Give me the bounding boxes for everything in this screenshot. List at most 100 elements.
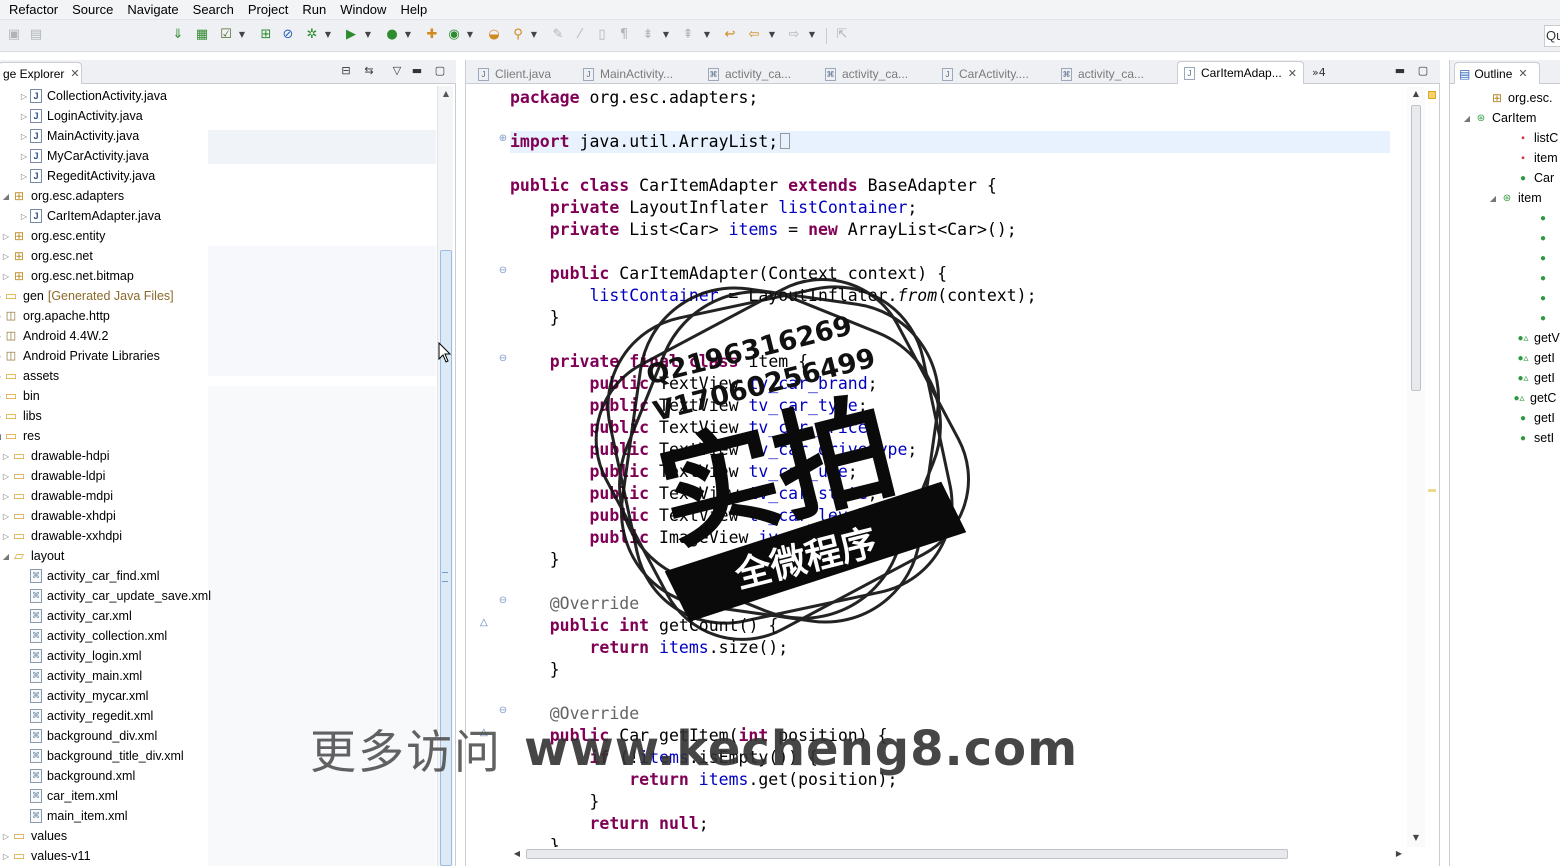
next-annotation-icon[interactable]: ⇟ [640,27,656,43]
tree-item[interactable]: ▷◫org.apache.http [0,306,110,326]
outline-item[interactable]: ● [1536,228,1554,248]
search-icon[interactable]: ⚲ [510,27,526,43]
minimize-icon[interactable]: ▬ [410,64,424,78]
menu-item[interactable]: Navigate [120,2,185,17]
editor-vertical-scrollbar[interactable]: ▲ ▼ [1407,87,1425,847]
code-line[interactable]: public TextView tv_car_type; [510,395,1390,417]
code-line[interactable]: ​ [510,329,1390,351]
collapsed-twisty-icon[interactable]: ▷ [18,152,30,161]
outline-item[interactable]: ● [1536,268,1554,288]
chevron-down-icon[interactable]: ▼ [324,28,332,42]
code-line[interactable]: } [510,307,1390,329]
tree-item[interactable]: ▷▭assets [0,366,59,386]
tree-item[interactable]: ▷ ⊞ org.esc.net.bitmap [0,266,134,286]
scroll-thumb[interactable] [526,849,1288,859]
tab-editor[interactable]: ⌘ activity_ca... [1061,64,1144,84]
collapse-method-icon[interactable]: ⊖ [498,595,508,606]
code-line[interactable]: package org.esc.adapters; [510,87,1390,109]
tree-item[interactable]: ⌘ activity_car.xml [18,606,132,626]
lint-check-icon[interactable]: ☑ [218,27,234,43]
collapsed-twisty-icon[interactable]: ▷ [0,532,12,541]
collapsed-twisty-icon[interactable]: ▷ [0,832,12,841]
outline-item[interactable]: ◢ ⊛ CarItem [1460,108,1537,128]
code-line[interactable]: private LayoutInflater listContainer; [510,197,1390,219]
collapsed-twisty-icon[interactable]: ▷ [0,852,12,861]
chevron-down-icon[interactable]: ▼ [703,28,711,42]
code-line[interactable]: ​ [510,109,1390,131]
code-line[interactable]: public TextView tv_car_drivetype; [510,439,1390,461]
tree-scrollbar[interactable]: ▲ [437,86,453,866]
tree-item[interactable]: ⌘ activity_car_update_save.xml [18,586,211,606]
minimize-icon[interactable]: ▬ [1393,64,1407,78]
chevron-down-icon[interactable]: ▼ [404,28,412,42]
code-line[interactable]: public TextView tv_car_price; [510,417,1390,439]
menu-item[interactable]: Project [241,2,295,17]
scroll-left-icon[interactable]: ◀ [510,846,524,862]
open-type-icon[interactable]: ◒ [486,27,502,43]
code-line[interactable]: public TextView tv_car_level; [510,505,1390,527]
scroll-up-icon[interactable]: ▲ [438,86,454,102]
expanded-twisty-icon[interactable]: ◢ [0,552,12,561]
code-line[interactable]: private final class item { [510,351,1390,373]
tree-item[interactable]: ▷◫Android Private Libraries [0,346,160,366]
outline-item[interactable]: ● [1536,288,1554,308]
occurrence-marker[interactable] [1428,489,1436,492]
tree-item[interactable]: ⌘ background.xml [18,766,135,786]
avd-manager-icon[interactable]: ▦ [194,27,210,43]
warning-marker[interactable] [1428,91,1436,99]
code-line[interactable]: @Override [510,593,1390,615]
code-line[interactable]: private List<Car> items = new ArrayList<… [510,219,1390,241]
tab-active-editor[interactable]: J CarItemAdap... ✕ [1177,61,1304,84]
tree-item[interactable]: ▷ ▭ drawable-xhdpi [0,506,116,526]
expanded-twisty-icon[interactable]: ◢ [0,192,12,201]
code-line[interactable]: public CarItemAdapter(Context context) { [510,263,1390,285]
debug-icon[interactable]: ✲ [304,27,320,43]
code-line[interactable]: ​ [510,571,1390,593]
outline-item[interactable]: ◢ ⊛ item [1486,188,1542,208]
project-tree[interactable]: ▷ J CollectionActivity.java ▷ J LoginActivity… [0,86,436,866]
tree-item[interactable]: ▷ ▭ values-v11 [0,846,91,866]
tree-item[interactable]: ▷ ⊞ org.esc.net [0,246,93,266]
scroll-thumb[interactable] [1411,105,1421,391]
collapsed-twisty-icon[interactable]: ▷ [0,452,12,461]
tree-item[interactable]: ⌘ background_div.xml [18,726,157,746]
toggle-mark-occurrences-icon[interactable]: ✎ [550,27,566,43]
tree-item[interactable]: ⌘ activity_collection.xml [18,626,167,646]
outline-item[interactable]: ● [1536,308,1554,328]
save-icon[interactable]: ▣ [6,27,22,43]
code-line[interactable]: public TextView tv_car_brand; [510,373,1390,395]
collapse-constructor-icon[interactable]: ⊖ [498,265,508,276]
tree-item[interactable]: ▷▭gen[Generated Java Files] [0,286,174,306]
tree-item[interactable]: ◢ ⊞ org.esc.adapters [0,186,124,206]
back-icon[interactable]: ⇦ [746,27,762,43]
tree-item[interactable]: ▷ J RegeditActivity.java [18,166,155,186]
code-line[interactable]: listContainer = LayoutInflater.from(cont… [510,285,1390,307]
skip-breakpoints-icon[interactable]: ⊘ [280,27,296,43]
code-line[interactable]: public TextView tv_car_use; [510,461,1390,483]
collapse-inner-class-icon[interactable]: ⊖ [498,353,508,364]
tree-item[interactable]: ▷ ▭ drawable-ldpi [0,466,105,486]
forward-icon[interactable]: ⇨ [786,27,802,43]
collapsed-twisty-icon[interactable]: ▷ [18,112,30,121]
tree-item[interactable]: ⌘ activity_mycar.xml [18,686,148,706]
collapse-method-icon[interactable]: ⊖ [498,705,508,716]
code-line[interactable]: @Override [510,703,1390,725]
code-line[interactable]: return items.size(); [510,637,1390,659]
tree-item[interactable]: ⌘ activity_car_find.xml [18,566,160,586]
tree-item[interactable]: ⌘ activity_regedit.xml [18,706,153,726]
collapsed-twisty-icon[interactable]: ▷ [0,252,12,261]
tree-item[interactable]: ▷ ▭ values [0,826,67,846]
tree-item[interactable]: ⌘ main_item.xml [18,806,128,826]
scroll-up-icon[interactable]: ▲ [1407,87,1425,101]
tab-editor[interactable]: J Client.java [478,64,551,84]
code-line[interactable]: } [510,549,1390,571]
tree-item[interactable]: ▷◫Android 4.4W.2 [0,326,108,346]
tab-outline[interactable]: ▤ Outline ✕ [1454,62,1540,84]
outline-item[interactable]: ● Car [1516,168,1554,188]
code-line[interactable]: public TextView tv_car_state; [510,483,1390,505]
scroll-right-icon[interactable]: ▶ [1392,846,1406,862]
tree-item[interactable]: ▷▭bin [0,386,40,406]
tab-editor[interactable]: J MainActivity... [583,64,673,84]
close-icon[interactable]: ✕ [70,67,79,80]
new-java-package-icon[interactable]: ✚ [424,27,440,43]
